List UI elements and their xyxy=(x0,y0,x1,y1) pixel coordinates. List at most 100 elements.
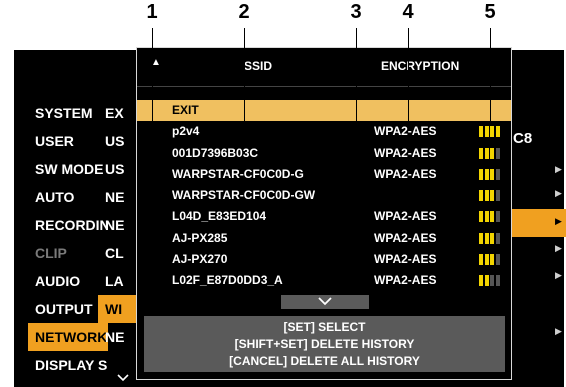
signal-bar xyxy=(484,211,489,223)
callout-2: 2 xyxy=(238,1,250,23)
scroll-down-icon[interactable] xyxy=(117,371,129,385)
encryption-value: WPA2-AES xyxy=(374,145,437,160)
menu2-item[interactable]: CL xyxy=(98,239,138,267)
submenu-arrow-icon: ▶ xyxy=(555,270,562,280)
ssid-row[interactable]: p2v4 WPA2-AES xyxy=(137,121,511,142)
menu2-item[interactable]: NE xyxy=(98,211,138,239)
encryption-value: WPA2-AES xyxy=(374,230,437,245)
menu1-item[interactable]: CLIP xyxy=(28,239,108,267)
ssid-name: AJ-PX285 xyxy=(172,230,228,245)
menu2-item[interactable]: NE xyxy=(98,183,138,211)
signal-bar xyxy=(495,168,500,180)
help-panel: [SET] SELECT [SHIFT+SET] DELETE HISTORY … xyxy=(144,316,505,372)
chevron-down-icon xyxy=(318,297,332,306)
signal-bar xyxy=(495,254,500,266)
ssid-name: 001D7396B03C xyxy=(172,145,259,160)
callout-5: 5 xyxy=(484,1,496,23)
encryption-value: WPA2-AES xyxy=(374,166,437,181)
signal-bar xyxy=(484,254,489,266)
popup-header: ▲ SSID ENCRYPTION xyxy=(137,48,511,84)
signal-strength-icon xyxy=(479,232,503,244)
signal-strength-icon xyxy=(479,126,503,138)
signal-bar xyxy=(490,211,494,223)
ssid-row[interactable]: WARPSTAR-CF0C0D-G WPA2-AES xyxy=(137,164,511,185)
signal-strength-icon xyxy=(479,147,503,159)
signal-strength-icon xyxy=(479,254,503,266)
menu1-item[interactable]: NETWORK xyxy=(28,323,108,351)
signal-bar xyxy=(484,126,489,138)
menu2-item[interactable]: US xyxy=(98,155,138,183)
ssid-column-header: SSID xyxy=(244,59,273,73)
leader-line-1 xyxy=(152,28,153,126)
wireless-network-popup: ▲ SSID ENCRYPTION EXIT p2v4 WPA2-AES 001D73… xyxy=(136,47,512,380)
help-line-delete-all: [CANCEL] DELETE ALL HISTORY xyxy=(229,354,420,368)
exit-row[interactable]: EXIT xyxy=(137,100,511,122)
signal-bar xyxy=(479,126,483,138)
leader-line-3 xyxy=(356,28,357,126)
ssid-name: L04D_E83ED104 xyxy=(172,209,267,224)
side-value: C8 xyxy=(513,130,533,147)
menu1-item[interactable]: USER xyxy=(28,127,108,155)
callout-4: 4 xyxy=(402,1,414,23)
signal-bar xyxy=(490,190,494,202)
menu2-item[interactable]: EX xyxy=(98,99,138,127)
signal-strength-icon xyxy=(479,211,503,223)
signal-strength-icon xyxy=(479,275,503,287)
encryption-column-header: ENCRYPTION xyxy=(381,59,460,73)
menu1-item[interactable]: AUDIO xyxy=(28,267,108,295)
ssid-name: WARPSTAR-CF0C0D-G xyxy=(172,166,304,181)
leader-line-2 xyxy=(244,28,245,126)
signal-bar xyxy=(479,168,483,180)
ssid-row[interactable]: 001D7396B03C WPA2-AES xyxy=(137,143,511,164)
submenu-arrow-icon: ▶ xyxy=(555,216,562,226)
encryption-value: WPA2-AES xyxy=(374,273,437,288)
ssid-list: EXIT p2v4 WPA2-AES 001D7396B03C WPA2-AES WARP… xyxy=(137,100,511,292)
ssid-row[interactable]: AJ-PX285 WPA2-AES xyxy=(137,228,511,249)
submenu-arrow-icon: ▶ xyxy=(555,188,562,198)
signal-bar xyxy=(490,126,494,138)
menu2-item[interactable]: US xyxy=(98,127,138,155)
encryption-value: WPA2-AES xyxy=(374,124,437,139)
leader-line-4 xyxy=(408,28,409,126)
menu1-item[interactable]: RECORDING xyxy=(28,211,108,239)
signal-bar xyxy=(490,254,494,266)
submenu-arrow-icon: ▶ xyxy=(555,243,562,253)
signal-bar xyxy=(490,168,494,180)
ssid-row[interactable]: WARPSTAR-CF0C0D-GW xyxy=(137,185,511,206)
ssid-row[interactable]: L04D_E83ED104 WPA2-AES xyxy=(137,206,511,227)
signal-bar xyxy=(479,147,483,159)
signal-bar xyxy=(484,168,489,180)
ssid-row[interactable]: AJ-PX270 WPA2-AES xyxy=(137,249,511,270)
signal-bar xyxy=(495,147,500,159)
signal-bar xyxy=(479,232,483,244)
menu-level1: SYSTEMUSERSW MODEAUTORECORDINGCLIPAUDIOO… xyxy=(28,99,108,379)
menu-level2: EX US US NE NE CL LA WI NE xyxy=(98,99,138,351)
help-line-delete-history: [SHIFT+SET] DELETE HISTORY xyxy=(234,337,415,351)
scroll-down-button[interactable] xyxy=(281,295,369,309)
menu1-item[interactable]: OUTPUT xyxy=(28,295,108,323)
menu1-item[interactable]: DISPLAY S xyxy=(28,351,108,379)
help-line-select: [SET] SELECT xyxy=(283,320,366,334)
header-divider xyxy=(137,86,511,87)
signal-bar xyxy=(479,190,483,202)
callout-1: 1 xyxy=(146,1,158,23)
signal-bar xyxy=(495,190,500,202)
signal-bar xyxy=(479,275,483,287)
menu2-item[interactable]: NE xyxy=(98,323,138,351)
signal-bar xyxy=(490,275,494,287)
signal-bar xyxy=(490,232,494,244)
signal-bar xyxy=(479,254,483,266)
ssid-name: p2v4 xyxy=(172,124,200,139)
menu1-item[interactable]: AUTO xyxy=(28,183,108,211)
signal-bar xyxy=(495,232,500,244)
encryption-value: WPA2-AES xyxy=(374,252,437,267)
menu1-item[interactable]: SW MODE xyxy=(28,155,108,183)
menu2-item[interactable]: WI xyxy=(98,295,138,323)
menu1-item[interactable]: SYSTEM xyxy=(28,99,108,127)
callout-3: 3 xyxy=(350,1,362,23)
menu2-item[interactable]: LA xyxy=(98,267,138,295)
ssid-row[interactable]: L02F_E87D0DD3_A WPA2-AES xyxy=(137,270,511,291)
leader-line-5 xyxy=(490,28,491,126)
signal-strength-icon xyxy=(479,168,503,180)
signal-bar xyxy=(484,232,489,244)
